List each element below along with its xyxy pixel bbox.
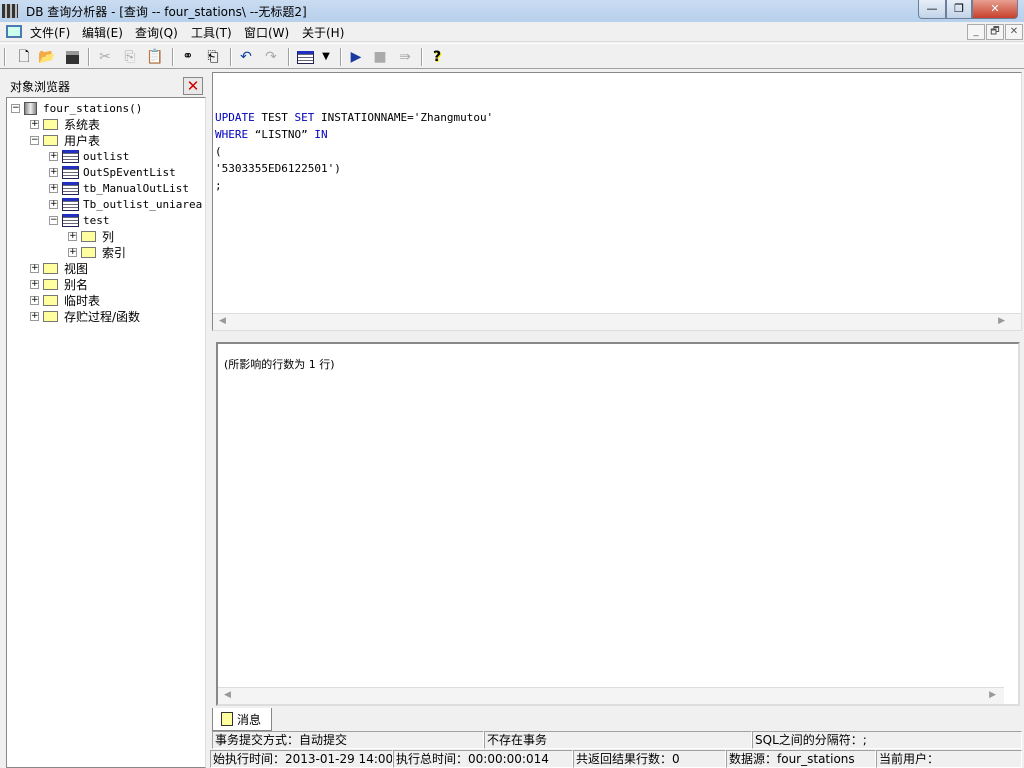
status-total-time: 执行总时间：00:00:00:014 <box>393 750 573 768</box>
table-icon <box>62 149 79 163</box>
tree-node-table[interactable]: + OutSpEventList <box>49 164 176 180</box>
database-icon <box>24 101 37 115</box>
new-icon[interactable]: 🗋 <box>14 47 34 67</box>
folder-icon <box>43 278 58 290</box>
sql-keyword: SET <box>294 111 315 124</box>
editor-horizontal-scrollbar[interactable]: ◀ ▶ <box>213 313 1021 330</box>
tree-node-database[interactable]: − four_stations() <box>11 100 142 116</box>
tree-node-views[interactable]: + 视图 <box>30 260 88 276</box>
status-transaction: 不存在事务 <box>484 731 752 749</box>
sql-text: ( <box>215 145 222 158</box>
mdi-restore-button[interactable]: 🗗 <box>986 24 1004 40</box>
tree-node-procedures[interactable]: + 存贮过程/函数 <box>30 308 140 324</box>
table-icon <box>62 165 79 179</box>
code-line: '5303355ED6122501') <box>215 160 493 177</box>
save-icon[interactable] <box>62 47 82 67</box>
status-row-count: 共返回结果行数：0 <box>573 750 726 768</box>
status-current-user: 当前用户： <box>876 750 1022 768</box>
open-icon[interactable]: 📂 <box>37 47 57 67</box>
tree-node-indexes[interactable]: + 索引 <box>68 244 126 260</box>
sql-text: TEST <box>254 111 295 124</box>
find-icon[interactable]: ⚭ <box>178 47 198 67</box>
object-browser-close-button[interactable]: ✕ <box>183 77 203 95</box>
code-line: ; <box>215 177 493 194</box>
tree-node-columns[interactable]: + 列 <box>68 228 114 244</box>
menu-window[interactable]: 窗口(W) <box>244 24 289 41</box>
status-start-time: 始执行时间：2013-01-29 14:00: <box>210 750 393 768</box>
menu-edit[interactable]: 编辑(E) <box>82 24 123 41</box>
window-title: DB 查询分析器 - [查询 -- four_stations\ --无标题2] <box>26 5 307 19</box>
tree-node-temp-tables[interactable]: + 临时表 <box>30 292 100 308</box>
code-line: UPDATE TEST SET INSTATIONNAME='Zhangmuto… <box>215 109 493 126</box>
tree-node-table-test[interactable]: − test <box>49 212 110 228</box>
sql-keyword: UPDATE <box>215 111 255 124</box>
stop-icon[interactable]: ■ <box>370 47 390 67</box>
folder-icon <box>81 230 96 242</box>
results-horizontal-scrollbar[interactable]: ◀ ▶ <box>218 687 1004 704</box>
copy-icon[interactable]: ⎘ <box>120 47 140 67</box>
folder-icon <box>81 246 96 258</box>
undo-icon[interactable]: ↶ <box>236 47 256 67</box>
dropdown-icon[interactable]: ▼ <box>316 47 336 67</box>
sql-text: ; <box>215 179 222 192</box>
folder-icon <box>43 262 58 274</box>
sql-text: “LISTNO” <box>248 128 315 141</box>
menu-bar: 文件(F) 编辑(E) 查询(Q) 工具(T) 窗口(W) 关于(H) _ 🗗 … <box>0 22 1024 42</box>
replace-icon[interactable]: ⎗ <box>203 47 223 67</box>
help-icon[interactable]: ? <box>427 47 447 67</box>
restore-button[interactable]: ❐ <box>946 0 972 19</box>
status-datasource: 数据源：four_stations <box>726 750 876 768</box>
pane-splitter[interactable] <box>212 334 1024 340</box>
tree-node-aliases[interactable]: + 别名 <box>30 276 88 292</box>
sql-code: UPDATE TEST SET INSTATIONNAME='Zhangmuto… <box>215 109 493 194</box>
tab-messages[interactable]: 消息 <box>212 708 272 731</box>
mdi-close-button[interactable]: ✕ <box>1005 24 1023 40</box>
toolbar: 🗋 📂 ✂ ⎘ 📋 ⚭ ⎗ ↶ ↷ ▼ ▶ ■ ⇛ ? <box>0 43 1024 69</box>
object-tree[interactable]: − four_stations() + 系统表 − 用户表 + outlist + Out… <box>6 97 206 768</box>
tree-node-user-tables[interactable]: − 用户表 <box>30 132 100 148</box>
title-bar: DB 查询分析器 - [查询 -- four_stations\ --无标题2]… <box>0 0 1024 22</box>
cut-icon[interactable]: ✂ <box>95 47 115 67</box>
folder-icon <box>43 294 58 306</box>
redo-icon[interactable]: ↷ <box>261 47 281 67</box>
export-icon[interactable]: ⇛ <box>395 47 415 67</box>
table-icon <box>62 197 79 211</box>
execute-icon[interactable]: ▶ <box>346 47 366 67</box>
sql-keyword: WHERE <box>215 128 249 141</box>
tree-node-table[interactable]: + Tb_outlist_uniarea <box>49 196 202 212</box>
folder-icon <box>43 118 58 130</box>
status-commit-mode: 事务提交方式：自动提交 <box>212 731 484 749</box>
folder-icon <box>43 310 58 322</box>
sql-text: '5303355ED6122501') <box>215 162 341 175</box>
object-browser-title: 对象浏览器 <box>10 80 71 94</box>
tree-node-table[interactable]: + outlist <box>49 148 129 164</box>
table-icon <box>62 213 79 227</box>
app-icon <box>2 4 18 18</box>
results-pane: ◀ ▶ <box>216 342 1020 706</box>
tree-node-system-tables[interactable]: + 系统表 <box>30 116 100 132</box>
menu-tools[interactable]: 工具(T) <box>191 24 232 41</box>
status-separator: SQL之间的分隔符：; <box>752 731 1022 749</box>
folder-icon <box>43 134 58 146</box>
message-icon <box>221 712 233 726</box>
sql-keyword: IN <box>314 128 328 141</box>
tree-node-table[interactable]: + tb_ManualOutList <box>49 180 189 196</box>
table-icon <box>62 181 79 195</box>
minimize-button[interactable]: — <box>918 0 946 19</box>
sql-text: INSTATIONNAME='Zhangmutou' <box>314 111 494 124</box>
grid-icon[interactable] <box>295 47 315 67</box>
menu-file[interactable]: 文件(F) <box>30 24 70 41</box>
menu-about[interactable]: 关于(H) <box>302 24 344 41</box>
mdi-doc-icon[interactable] <box>6 25 22 38</box>
code-line: ( <box>215 143 493 160</box>
paste-icon[interactable]: 📋 <box>145 47 165 67</box>
mdi-minimize-button[interactable]: _ <box>967 24 985 40</box>
result-message: (所影响的行数为 1 行) <box>224 358 335 371</box>
menu-query[interactable]: 查询(Q) <box>135 24 178 41</box>
code-line: WHERE “LISTNO” IN <box>215 126 493 143</box>
close-button[interactable]: ✕ <box>972 0 1018 19</box>
